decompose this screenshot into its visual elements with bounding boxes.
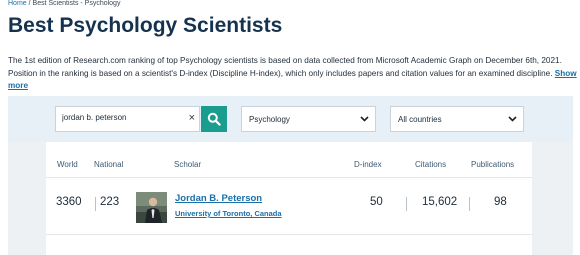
header-citations[interactable]: Citations — [415, 160, 446, 169]
national-rank: 223 — [100, 196, 120, 208]
field-select-value: Psychology — [249, 115, 290, 124]
scholar-search-input[interactable] — [62, 113, 180, 122]
field-select[interactable]: Psychology — [241, 106, 376, 132]
scholar-affiliation-link[interactable]: University of Toronto, Canada — [175, 209, 282, 218]
clear-search-icon[interactable]: × — [189, 112, 195, 124]
column-separator — [469, 197, 470, 211]
header-national[interactable]: National — [94, 160, 123, 169]
ranking-table: World National Scholar D-index Citations… — [46, 142, 532, 255]
intro-text: The 1st edition of Research.com ranking … — [8, 56, 562, 78]
header-scholar: Scholar — [174, 160, 202, 169]
ranking-panel: × Psychology All countries World Nationa… — [8, 96, 573, 255]
page-title: Best Psychology Scientists — [8, 14, 283, 37]
column-separator — [406, 197, 407, 211]
header-dindex[interactable]: D-index — [354, 160, 382, 169]
scholar-photo[interactable] — [136, 192, 167, 223]
search-button[interactable] — [201, 106, 227, 132]
country-select-value: All countries — [398, 115, 442, 124]
breadcrumb-current: Best Scientists - Psychology — [32, 0, 121, 7]
search-filter-bar: × Psychology All countries — [8, 96, 573, 142]
header-publications[interactable]: Publications — [471, 160, 514, 169]
intro-paragraph: The 1st edition of Research.com ranking … — [8, 55, 578, 93]
header-world[interactable]: World — [57, 160, 78, 169]
citations-value: 15,602 — [422, 196, 458, 208]
publications-value: 98 — [494, 196, 507, 208]
scholar-name-link[interactable]: Jordan B. Peterson — [175, 193, 262, 204]
chevron-down-icon — [360, 116, 369, 122]
world-rank: 3360 — [56, 196, 82, 208]
search-icon — [207, 112, 221, 126]
chevron-down-icon — [508, 116, 517, 122]
column-separator — [95, 197, 96, 211]
search-box: × — [55, 106, 200, 132]
country-select[interactable]: All countries — [390, 106, 524, 132]
dindex-value: 50 — [370, 196, 383, 208]
avatar — [136, 192, 167, 223]
breadcrumb-home-link[interactable]: Home — [8, 0, 27, 7]
breadcrumb: Home / Best Scientists - Psychology — [8, 0, 120, 7]
header-divider — [46, 177, 532, 178]
row-divider — [46, 234, 532, 235]
